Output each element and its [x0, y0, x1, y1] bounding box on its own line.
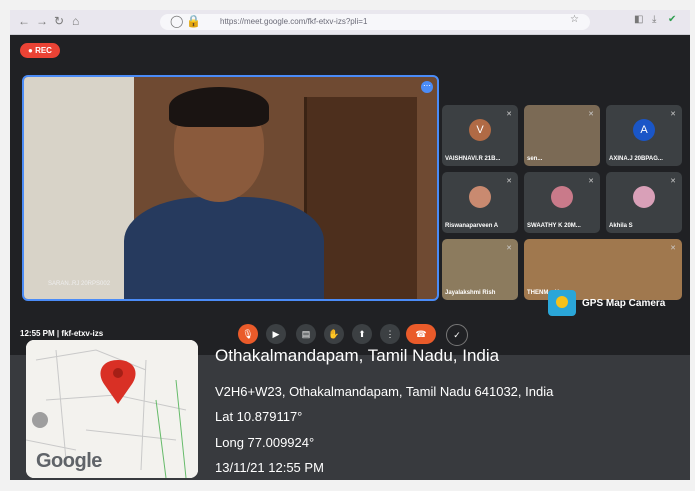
location-address: V2H6+W23, Othakalmandapam, Tamil Nadu 64… — [215, 384, 554, 399]
participant-name: Riswanaparveen A — [445, 223, 499, 229]
speaker-hair — [169, 87, 269, 127]
participant-name: AXINA.J 20BPAG... — [609, 156, 663, 162]
forward-icon[interactable]: → — [36, 14, 48, 28]
location-title: Othakalmandapam, Tamil Nadu, India — [215, 346, 500, 365]
participant-name: SWAATHY K 20M... — [527, 223, 581, 229]
participant-tile[interactable]: ✕ SWAATHY K 20M... — [524, 172, 600, 233]
location-datetime: 13/11/21 12:55 PM — [215, 460, 324, 475]
browser-toolbar: ← → ↻ ⌂ https://meet.google.com/fkf-etxv… — [10, 10, 690, 35]
download-icon[interactable]: ⤓ — [652, 14, 656, 25]
reload-icon[interactable]: ↻ — [54, 14, 64, 28]
lock-icon: 🔒 — [186, 14, 201, 28]
participant-tile[interactable]: V ✕ VAISHNAVI.R 21B... — [442, 105, 518, 166]
mic-off-icon: ✕ — [670, 178, 676, 185]
back-icon[interactable]: ← — [18, 14, 30, 28]
avatar: A — [633, 119, 655, 141]
check-icon[interactable]: ✔ — [668, 14, 676, 25]
meeting-code: fkf-etxv-izs — [61, 329, 104, 338]
avatar: V — [469, 119, 491, 141]
pocket-icon[interactable]: ◧ — [634, 14, 643, 25]
gps-camera-logo-icon — [548, 290, 576, 316]
main-speaker-name: SARAN..RJ 20RPS002 — [48, 281, 111, 287]
participant-grid: V ✕ VAISHNAVI.R 21B... ✕ sen... A ✕ AXIN… — [442, 105, 682, 315]
home-icon[interactable]: ⌂ — [72, 14, 79, 28]
mic-off-icon: ✕ — [506, 245, 512, 252]
participant-name: sen... — [527, 156, 543, 162]
shield-icon: ◯ — [170, 14, 184, 28]
speaker-body — [124, 197, 324, 299]
separator: | — [56, 329, 60, 338]
participant-name: VAISHNAVI.R 21B... — [445, 156, 501, 162]
mic-off-icon: ✕ — [670, 245, 676, 252]
meeting-time-code: 12:55 PM | fkf-etxv-izs — [20, 329, 103, 338]
avatar — [633, 186, 655, 208]
mic-off-icon: ✕ — [588, 111, 594, 118]
avatar — [551, 186, 573, 208]
mic-off-icon: ✕ — [588, 178, 594, 185]
gps-camera-badge: GPS Map Camera — [548, 290, 688, 320]
participant-name: Jayalakshmi Rish — [445, 290, 496, 296]
map-thumbnail: Google — [26, 340, 198, 478]
mic-off-icon: ✕ — [506, 111, 512, 118]
location-longitude: Long 77.009924° — [215, 435, 315, 450]
address-bar[interactable]: https://meet.google.com/fkf-etxv-izs?pli… — [160, 14, 590, 30]
meeting-time: 12:55 PM — [20, 329, 55, 338]
participant-tile[interactable]: ✕ Riswanaparveen A — [442, 172, 518, 233]
participant-tile[interactable]: ✕ sen... — [524, 105, 600, 166]
gps-camera-label: GPS Map Camera — [582, 298, 666, 309]
bookmark-star-icon[interactable]: ☆ — [570, 14, 579, 25]
participant-tile[interactable]: ✕ Jayalakshmi Rish — [442, 239, 518, 300]
more-options-icon[interactable]: ⋯ — [421, 81, 433, 93]
mic-off-icon: ✕ — [506, 178, 512, 185]
google-logo: Google — [36, 450, 102, 472]
photo-frame: ← → ↻ ⌂ https://meet.google.com/fkf-etxv… — [10, 10, 690, 480]
participant-tile[interactable]: ✕ Akhila S — [606, 172, 682, 233]
background-wall — [24, 77, 134, 299]
mic-off-icon: ✕ — [670, 111, 676, 118]
location-info: Othakalmandapam, Tamil Nadu, India V2H6+… — [215, 340, 685, 480]
participant-name: Akhila S — [609, 223, 633, 229]
avatar — [469, 186, 491, 208]
rec-badge: ● REC — [20, 43, 60, 58]
participant-tile[interactable]: A ✕ AXINA.J 20BPAG... — [606, 105, 682, 166]
location-latitude: Lat 10.879117° — [215, 409, 303, 424]
main-speaker-tile[interactable]: SARAN..RJ 20RPS002 ⋯ — [22, 75, 439, 301]
rec-label: REC — [35, 46, 52, 55]
